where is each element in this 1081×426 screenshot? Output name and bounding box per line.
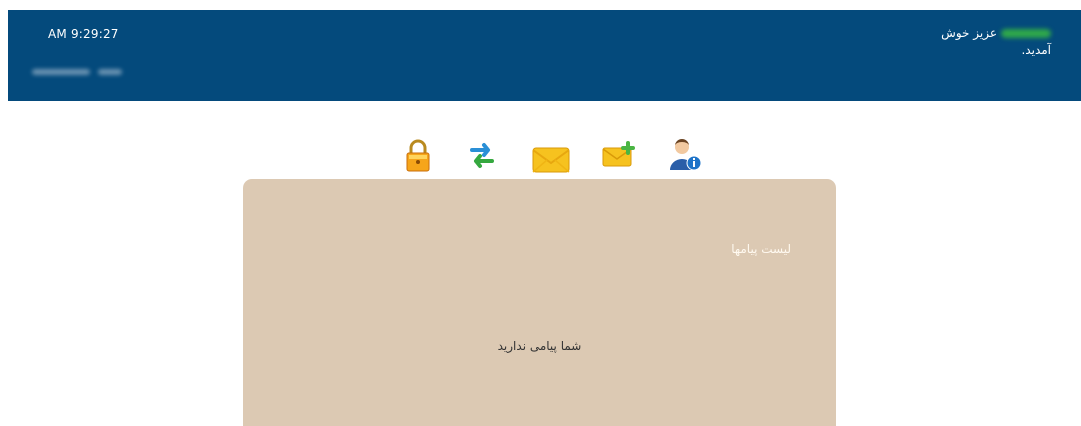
welcome-line-2: آمدید. (1021, 43, 1051, 57)
welcome-message: عزیز خوش آمدید. (891, 25, 1051, 59)
message-toolbar (0, 134, 1081, 176)
top-header: AM 9:29:27 عزیز خوش آمدید. (8, 10, 1081, 101)
welcome-text: عزیز خوش (941, 26, 997, 40)
empty-messages-text: شما پیامی ندارید (497, 339, 582, 353)
new-message-icon[interactable] (600, 134, 640, 176)
redacted-account-label (98, 69, 122, 75)
clock-time: AM 9:29:27 (48, 27, 119, 41)
refresh-icon[interactable] (462, 134, 502, 176)
messages-panel: لیست پیامها شما پیامی ندارید (243, 179, 836, 426)
welcome-line-1: عزیز خوش (891, 25, 1051, 42)
redacted-username (1001, 29, 1051, 38)
messages-list-title: لیست پیامها (731, 242, 791, 256)
inbox-icon[interactable] (529, 134, 570, 176)
redacted-account-number (32, 69, 90, 75)
account-info-redacted (32, 66, 140, 78)
user-info-icon[interactable] (665, 134, 705, 176)
lock-icon[interactable] (398, 134, 438, 176)
